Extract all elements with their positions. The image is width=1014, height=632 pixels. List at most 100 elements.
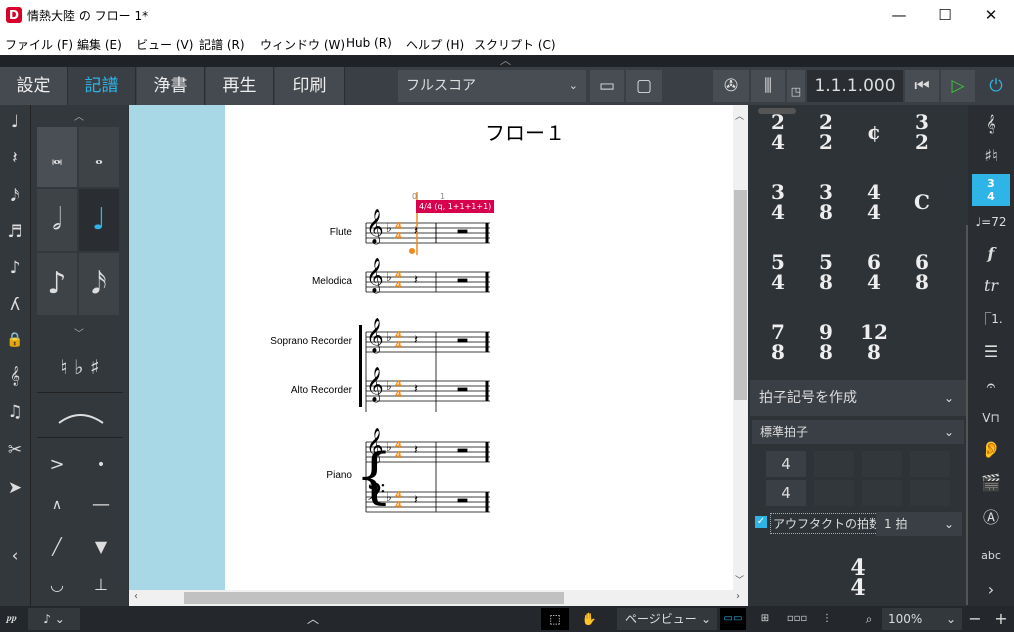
half-note-button[interactable]: 𝅗𝅥 [37, 189, 77, 251]
minimize-button[interactable]: — [876, 0, 922, 31]
zoom-icon[interactable]: ⌕ [856, 608, 882, 630]
spreads-icon[interactable]: ▫▫▫ [784, 608, 810, 630]
time-signature-option[interactable]: 68 [902, 252, 942, 292]
time-signature-option[interactable]: 24 [758, 112, 798, 152]
tempo-icon[interactable]: ♩=72 [972, 206, 1010, 238]
quarter-note-button[interactable]: ♩ [79, 189, 119, 251]
pickup-checkbox[interactable]: ✓ [755, 516, 767, 528]
tenuto-button[interactable]: — [81, 488, 121, 522]
menu-window[interactable]: ウィンドウ (W) [260, 36, 345, 53]
clef-change-icon[interactable]: 𝄞 [0, 366, 30, 386]
time-signature-glyph[interactable]: 44 [395, 491, 402, 511]
layout-select[interactable]: フルスコア ⌄ [398, 70, 586, 102]
rest-icon[interactable]: 𝄽 [0, 148, 30, 168]
fermata-icon[interactable]: 𝄐 [972, 370, 1010, 402]
video-button[interactable]: ✇ [713, 70, 749, 102]
menu-file[interactable]: ファイル (F) [5, 36, 73, 53]
transport-toggle[interactable]: ◳ [787, 70, 805, 102]
view-mode-select[interactable]: ページビュー ⌄ [617, 608, 717, 630]
time-signature-icon[interactable]: 34 [972, 174, 1010, 206]
text-icon[interactable]: Ⓐ [972, 502, 1010, 534]
clef-icon[interactable]: 𝄞 [972, 108, 1010, 140]
numerator-field-4[interactable] [910, 451, 950, 477]
zoom-in-button[interactable]: + [990, 608, 1012, 630]
whole-note-button[interactable]: 𝅝 [79, 127, 119, 187]
menu-view[interactable]: ビュー (V) [136, 36, 193, 53]
time-signature-option[interactable]: 98 [806, 322, 846, 362]
time-signature-option[interactable]: 32 [902, 112, 942, 152]
scroll-thumb[interactable] [184, 592, 564, 604]
unstress-button[interactable]: ⊥ [81, 570, 121, 600]
toolbar-collapse-strip[interactable]: ︿ [0, 54, 1014, 67]
close-button[interactable]: ✕ [968, 0, 1014, 31]
slur-button[interactable] [37, 392, 123, 438]
dynamics-icon[interactable]: f [972, 238, 1010, 270]
chevron-down-icon[interactable]: ﹀ [735, 573, 744, 586]
time-signature-option[interactable]: 44 [854, 182, 894, 222]
flat-icon[interactable]: ♭ [74, 355, 83, 379]
chevron-left-icon[interactable]: ‹ [134, 591, 138, 602]
numerator-field-3[interactable] [862, 451, 902, 477]
time-signature-popover[interactable]: 4/4 (q, 1+1+1+1) [416, 200, 495, 213]
tuplet-icon[interactable]: ʎ [0, 295, 30, 315]
denominator-field-4[interactable] [910, 480, 950, 506]
time-signature-glyph[interactable]: 44 [395, 271, 402, 291]
lyrics-icon[interactable]: abc [972, 540, 1010, 572]
tab-setup[interactable]: 設定 [0, 67, 68, 105]
accent-button[interactable]: > [37, 448, 77, 482]
time-signature-glyph[interactable]: 44 [395, 441, 402, 461]
grid-view-icon[interactable]: ⊞ [752, 608, 778, 630]
denominator-field-3[interactable] [862, 480, 902, 506]
time-signature-option[interactable]: 12 8 [854, 322, 894, 362]
grace-note-icon[interactable]: ♪ [0, 258, 30, 278]
menu-script[interactable]: スクリプト (C) [474, 36, 556, 53]
tremolo-icon[interactable]: ☰ [972, 336, 1010, 368]
play-button[interactable]: ▷ [941, 70, 975, 102]
tab-print[interactable]: 印刷 [275, 67, 345, 105]
piano-icon[interactable]: 𝆏𝆏 [2, 608, 22, 630]
key-signature-icon[interactable]: ♯♮ [972, 140, 1010, 172]
time-signature-glyph[interactable]: 44 [395, 222, 402, 242]
chevron-down-icon[interactable]: ﹀ [74, 325, 84, 340]
rewind-button[interactable]: ⏮ [905, 70, 939, 102]
staccato-button[interactable]: • [81, 448, 121, 482]
bowing-icon[interactable]: V⊓ [972, 402, 1010, 434]
mixer-button[interactable]: ⫼ [751, 70, 785, 102]
time-signature-option[interactable]: 58 [806, 252, 846, 292]
numerator-field[interactable]: 4 [766, 451, 806, 477]
maximize-button[interactable]: ☐ [922, 0, 968, 31]
eighth-note-button[interactable]: ♪ [37, 253, 77, 315]
sixteenth-note-button[interactable]: 𝅘𝅥𝅯 [79, 253, 119, 315]
hand-tool-icon[interactable]: ✋ [575, 608, 603, 630]
ornaments-icon[interactable]: tr [972, 270, 1010, 302]
denominator-field-2[interactable] [814, 480, 854, 506]
tab-write[interactable]: 記譜 [68, 67, 136, 105]
horizontal-scrollbar[interactable]: ‹ › [129, 590, 748, 606]
denominator-field[interactable]: 4 [766, 480, 806, 506]
scroll-thumb[interactable] [734, 190, 747, 400]
menu-edit[interactable]: 編集 (E) [77, 36, 122, 53]
chevron-up-icon[interactable]: ︿ [735, 109, 744, 122]
time-signature-option[interactable]: 38 [806, 182, 846, 222]
chevron-right-icon[interactable]: › [972, 574, 1010, 606]
beam-icon[interactable]: ♬ [0, 222, 30, 242]
tab-engrave[interactable]: 浄書 [137, 67, 205, 105]
breve-button[interactable]: 𝅜 [37, 127, 77, 187]
numerator-field-2[interactable] [814, 451, 854, 477]
time-signature-type-select[interactable]: 標準拍子 ⌄ [752, 420, 964, 444]
stress-button[interactable]: ◡ [37, 570, 77, 600]
time-signature-option[interactable]: ¢ [854, 112, 894, 152]
tab-play[interactable]: 再生 [206, 67, 274, 105]
chevron-up-icon[interactable]: ︿ [74, 108, 84, 123]
time-signature-option[interactable]: 64 [854, 252, 894, 292]
chevron-right-icon[interactable]: › [736, 591, 740, 602]
note-input-select[interactable]: ♪ ⌄ [28, 608, 80, 630]
menu-hub[interactable]: Hub (R) [346, 36, 392, 50]
staccatissimo-button[interactable]: ╱ [37, 530, 77, 564]
power-button[interactable]: ⏻ [978, 70, 1014, 102]
chord-icon[interactable]: ♫ [0, 402, 30, 422]
pointer-icon[interactable]: ➤ [0, 478, 30, 498]
slash-note-icon[interactable]: 𝅘𝅥𝅯 [0, 186, 30, 206]
time-signature-glyph[interactable]: 44 [395, 380, 402, 400]
repeat-ending-icon[interactable]: ⎾1. [972, 303, 1010, 335]
